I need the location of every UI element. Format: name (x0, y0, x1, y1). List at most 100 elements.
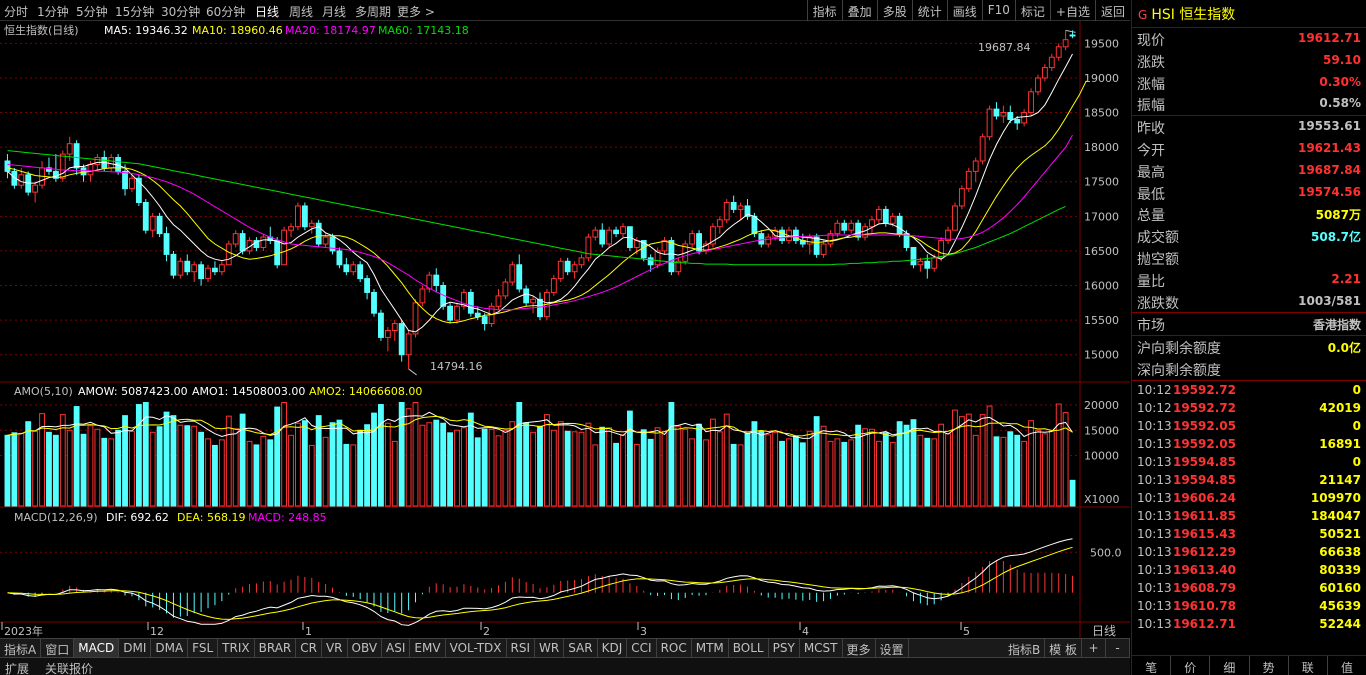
indicator-tab-mcst[interactable]: MCST (800, 639, 843, 657)
period-tab-6[interactable]: 日线 (255, 3, 279, 20)
volume-bar (246, 440, 253, 507)
tick-time: 10:13 (1137, 616, 1172, 631)
quote-tab-4[interactable]: 联 (1289, 656, 1328, 675)
period-tab-9[interactable]: 多周期 (355, 3, 391, 20)
indicator-right-tab-2[interactable]: + (1082, 639, 1106, 657)
quote-tab-2[interactable]: 细 (1210, 656, 1250, 675)
tick-row: 10:13 19592.05 16891 (1132, 435, 1366, 453)
toolbar-button-8[interactable]: 返回 (1094, 0, 1130, 21)
candle-body (910, 246, 917, 266)
toolbar-button-1[interactable]: 叠加 (841, 0, 877, 21)
tick-row: 10:13 19594.85 21147 (1132, 471, 1366, 489)
period-tab-10[interactable]: 更多 > (397, 3, 435, 20)
period-tab-7[interactable]: 周线 (289, 3, 313, 20)
indicator-tab-kdj[interactable]: KDJ (598, 639, 628, 657)
volume-bar (87, 425, 94, 507)
indicator-tab-emv[interactable]: EMV (410, 639, 446, 657)
volume-bar (882, 432, 889, 507)
quote-tab-5[interactable]: 值 (1328, 656, 1366, 675)
volume-bar (862, 428, 868, 507)
toolbar-button-5[interactable]: F10 (981, 0, 1015, 21)
indicator-tab-wr[interactable]: WR (535, 639, 565, 657)
stat-row: 涨跌数 1003/581 (1132, 291, 1366, 313)
indicator-right-tab-1[interactable]: 模 板 (1045, 639, 1082, 657)
tick-row: 10:13 19615.43 50521 (1132, 525, 1366, 543)
toolbar-button-2[interactable]: 多股 (876, 0, 912, 21)
toolbar-button-4[interactable]: 画线 (946, 0, 982, 21)
period-tab-3[interactable]: 15分钟 (115, 3, 154, 20)
quote-label: 最高 (1137, 164, 1165, 181)
volume-bar (827, 440, 834, 507)
indicator-tab-fsl[interactable]: FSL (188, 639, 219, 657)
toolbar-button-0[interactable]: 指标 (806, 0, 842, 21)
period-tab-2[interactable]: 5分钟 (76, 3, 108, 20)
candle-body (917, 260, 924, 266)
indicator-tab-cr[interactable]: CR (296, 639, 322, 657)
price-tick-label: 16000 (1084, 280, 1119, 293)
candle-body (129, 177, 135, 190)
indicator-tab-mtm[interactable]: MTM (692, 639, 729, 657)
volume-bar (295, 422, 301, 507)
indicator-tab-更多[interactable]: 更多 (843, 639, 876, 657)
period-tab-1[interactable]: 1分钟 (37, 3, 69, 20)
indicator-tab-dmi[interactable]: DMI (119, 639, 152, 657)
volume-bar (481, 428, 488, 507)
indicator-tab-vol-tdx[interactable]: VOL-TDX (446, 639, 507, 657)
indicator-right-tab-3[interactable]: - (1106, 639, 1130, 657)
indicator-tab-cci[interactable]: CCI (627, 639, 657, 657)
toolbar-button-7[interactable]: +自选 (1049, 0, 1095, 21)
indicator-right-tab-0[interactable]: 指标B (1004, 639, 1046, 657)
candle-body (1014, 118, 1021, 124)
indicator-tab-psy[interactable]: PSY (769, 639, 800, 657)
indicator-tab-obv[interactable]: OBV (348, 639, 383, 657)
indicator-tab-sar[interactable]: SAR (564, 639, 598, 657)
volume-bar (156, 426, 163, 507)
indicator-tab-macd[interactable]: MACD (74, 639, 120, 657)
candle-body (122, 170, 128, 190)
quote-code: HSI (1151, 7, 1175, 23)
indicator-tab-设置[interactable]: 设置 (876, 639, 909, 657)
indicator-tab-roc[interactable]: ROC (657, 639, 692, 657)
volume-bar (578, 431, 585, 507)
indicator-tab-指标a[interactable]: 指标A (0, 639, 42, 657)
tick-volume: 0 (1352, 382, 1361, 397)
related-quote-button[interactable]: 关联报价 (45, 660, 93, 675)
indicator-tab-trix[interactable]: TRIX (218, 639, 255, 657)
toolbar-button-3[interactable]: 统计 (911, 0, 947, 21)
volume-bar (419, 424, 426, 507)
candle-body (1041, 67, 1048, 79)
quota-row: 沪向剩余额度 0.0亿 (1132, 336, 1366, 358)
amow-legend: AMOW: 5087423.00 (78, 385, 188, 398)
candle-body (4, 160, 11, 172)
indicator-tab-窗口[interactable]: 窗口 (41, 639, 75, 657)
candle-body (343, 264, 350, 273)
indicator-tab-asi[interactable]: ASI (382, 639, 411, 657)
indicator-tab-dma[interactable]: DMA (151, 639, 189, 657)
period-tab-8[interactable]: 月线 (322, 3, 346, 20)
tick-time: 10:13 (1137, 580, 1172, 595)
candle-body (765, 236, 772, 245)
volume-bar (101, 437, 108, 507)
volume-bar (530, 431, 537, 507)
toolbar-button-6[interactable]: 标记 (1014, 0, 1050, 21)
kline-chart[interactable]: 15000 15500 16000 16500 17000 17500 18000 18500… (0, 21, 1130, 638)
quote-tab-0[interactable]: 笔 (1132, 656, 1172, 675)
expand-button[interactable]: 扩展 (5, 660, 29, 675)
candle-body (149, 215, 156, 231)
indicator-tab-vr[interactable]: VR (322, 639, 348, 657)
candle-body (965, 170, 972, 190)
quote-tab-3[interactable]: 势 (1250, 656, 1289, 675)
indicator-tab-rsi[interactable]: RSI (507, 639, 536, 657)
candle-body (288, 226, 294, 231)
volume-bar (952, 409, 958, 507)
quote-label: 今开 (1137, 142, 1165, 159)
period-tab-0[interactable]: 分时 (4, 3, 28, 20)
volume-bar (177, 424, 184, 507)
period-tab-4[interactable]: 30分钟 (161, 3, 200, 20)
low-annotation: 14794.16 (430, 360, 483, 373)
indicator-tab-brar[interactable]: BRAR (255, 639, 297, 657)
quote-label: 最低 (1137, 186, 1165, 203)
period-tab-5[interactable]: 60分钟 (206, 3, 245, 20)
quote-tab-1[interactable]: 价 (1171, 656, 1211, 675)
indicator-tab-boll[interactable]: BOLL (729, 639, 769, 657)
